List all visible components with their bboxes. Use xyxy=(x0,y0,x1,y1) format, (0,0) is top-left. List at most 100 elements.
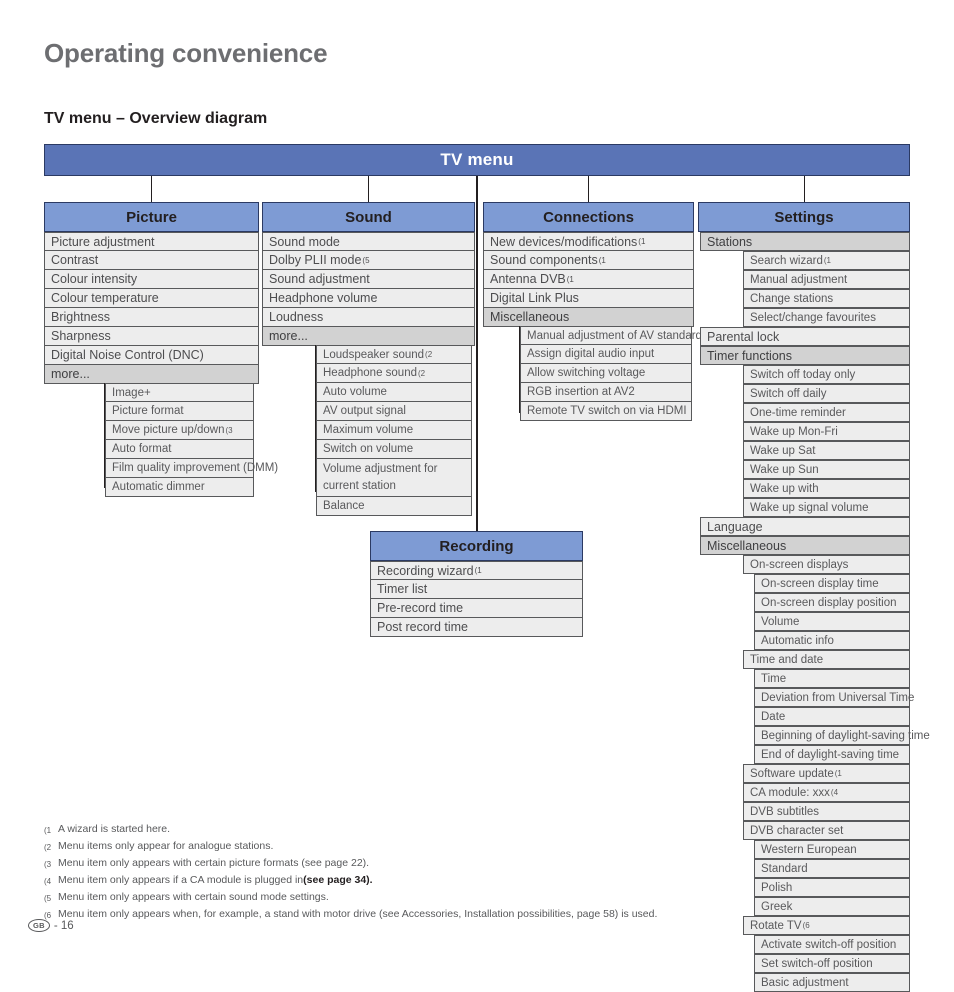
submenu-item[interactable]: Manual adjustment of AV standard xyxy=(520,326,702,345)
menu-item[interactable]: Beginning of daylight-saving time xyxy=(754,726,930,745)
column-items-connections: New devices/modifications (1 Sound compon… xyxy=(483,232,694,327)
menu-item[interactable]: One-time reminder xyxy=(743,403,910,422)
menu-item[interactable]: Wake up signal volume xyxy=(743,498,910,517)
footnote-marker: (4 xyxy=(44,877,52,886)
menu-item[interactable]: Date xyxy=(754,707,910,726)
menu-item[interactable]: Change stations xyxy=(743,289,910,308)
submenu-item[interactable]: Image+ xyxy=(105,383,254,402)
footnote-ref: (5 xyxy=(362,255,370,265)
submenu-item[interactable]: Assign digital audio input xyxy=(520,345,692,364)
menu-item-label: On-screen display time xyxy=(761,577,879,590)
menu-item[interactable]: Sharpness xyxy=(44,327,259,346)
menu-item-parent[interactable]: DVB subtitles xyxy=(743,802,910,821)
menu-item[interactable]: Sound adjustment xyxy=(262,270,475,289)
menu-item[interactable]: Time xyxy=(754,669,910,688)
menu-item[interactable]: Brightness xyxy=(44,308,259,327)
submenu-item[interactable]: Headphone sound (2 xyxy=(316,364,472,383)
menu-item[interactable]: Wake up Sun xyxy=(743,460,910,479)
menu-item[interactable]: Parental lock xyxy=(700,327,910,346)
menu-item[interactable]: Western European xyxy=(754,840,910,859)
menu-item-label: Parental lock xyxy=(707,329,780,344)
menu-item[interactable]: Colour intensity xyxy=(44,270,259,289)
menu-item[interactable]: Deviation from Universal Time xyxy=(754,688,914,707)
submenu-item[interactable]: Move picture up/down (3 xyxy=(105,421,254,440)
menu-item[interactable]: Sound components (1 xyxy=(483,251,694,270)
menu-item-more[interactable]: more... xyxy=(262,327,475,346)
menu-item[interactable]: Antenna DVB (1 xyxy=(483,270,694,289)
submenu-item[interactable]: Volume adjustment for current station xyxy=(316,459,472,497)
menu-item-parent[interactable]: Timer functions xyxy=(700,346,910,365)
menu-item[interactable]: New devices/modifications (1 xyxy=(483,232,694,251)
column-header-sound: Sound xyxy=(262,202,475,232)
menu-item[interactable]: Set switch-off position xyxy=(754,954,910,973)
menu-item[interactable]: Sound mode xyxy=(262,232,475,251)
menu-item-parent[interactable]: Time and date xyxy=(743,650,910,669)
page-footer: GB - 16 xyxy=(28,919,74,932)
submenu-item-label: Loudspeaker sound xyxy=(323,348,425,361)
submenu-item[interactable]: Switch on volume xyxy=(316,440,472,459)
menu-item-parent[interactable]: On-screen displays xyxy=(743,555,910,574)
menu-item[interactable]: Colour temperature xyxy=(44,289,259,308)
submenu-item[interactable]: Allow switching voltage xyxy=(520,364,692,383)
menu-item[interactable]: Wake up with xyxy=(743,479,910,498)
menu-item-more[interactable]: more... xyxy=(44,365,259,384)
page-number: - 16 xyxy=(53,919,74,932)
footnote: (2 Menu items only appear for analogue st… xyxy=(44,839,744,855)
menu-item[interactable]: Picture adjustment xyxy=(44,232,259,251)
submenu-item[interactable]: Auto volume xyxy=(316,383,472,402)
menu-item[interactable]: On-screen display position xyxy=(754,593,910,612)
submenu-item[interactable]: Picture format xyxy=(105,402,254,421)
menu-item[interactable]: Wake up Sat xyxy=(743,441,910,460)
submenu-item[interactable]: RGB insertion at AV2 xyxy=(520,383,692,402)
menu-item[interactable]: On-screen display time xyxy=(754,574,910,593)
menu-item[interactable]: Switch off today only xyxy=(743,365,910,384)
menu-item[interactable]: Wake up Mon-Fri xyxy=(743,422,910,441)
submenu-item[interactable]: Loudspeaker sound (2 xyxy=(316,345,472,364)
menu-item-parent[interactable]: Stations xyxy=(700,232,910,251)
menu-item[interactable]: Headphone volume xyxy=(262,289,475,308)
submenu-item-label: Switch on volume xyxy=(323,443,414,455)
menu-item[interactable]: Search wizard (1 xyxy=(743,251,910,270)
submenu-item[interactable]: Maximum volume xyxy=(316,421,472,440)
submenu-item[interactable]: Automatic dimmer xyxy=(105,478,254,497)
menu-item-miscellaneous[interactable]: Miscellaneous xyxy=(483,308,694,327)
menu-item[interactable]: Digital Link Plus xyxy=(483,289,694,308)
submenu-item[interactable]: Balance xyxy=(316,497,472,516)
menu-item-parent[interactable]: Software update (1 xyxy=(743,764,910,783)
menu-item[interactable]: Switch off daily xyxy=(743,384,910,403)
menu-item[interactable]: Contrast xyxy=(44,251,259,270)
menu-item-label: Search wizard xyxy=(750,254,823,267)
menu-item-parent[interactable]: Rotate TV (6 xyxy=(743,916,910,935)
submenu-item[interactable]: Auto format xyxy=(105,440,254,459)
menu-item[interactable]: Standard xyxy=(754,859,910,878)
menu-item-label: Switch off today only xyxy=(750,368,856,381)
menu-item-label: Wake up signal volume xyxy=(750,501,869,514)
submenu-item-label: Image+ xyxy=(112,386,151,399)
menu-item[interactable]: End of daylight-saving time xyxy=(754,745,910,764)
menu-item[interactable]: Post record time xyxy=(370,618,583,637)
submenu-item[interactable]: Remote TV switch on via HDMI xyxy=(520,402,692,421)
menu-item-parent[interactable]: CA module: xxx (4 xyxy=(743,783,910,802)
footnote-ref: (4 xyxy=(830,788,839,797)
menu-item[interactable]: Recording wizard (1 xyxy=(370,561,583,580)
submenu-item[interactable]: Film quality improvement (DMM) xyxy=(105,459,278,478)
menu-item[interactable]: Polish xyxy=(754,878,910,897)
menu-item[interactable]: Language xyxy=(700,517,910,536)
menu-item-parent[interactable]: Miscellaneous xyxy=(700,536,910,555)
column-items-recording: Recording wizard (1 Timer list Pre-record… xyxy=(370,561,583,637)
menu-item[interactable]: Select/change favourites xyxy=(743,308,910,327)
menu-item-parent[interactable]: DVB character set xyxy=(743,821,910,840)
menu-item-label: Rotate TV xyxy=(750,919,802,932)
menu-item[interactable]: Basic adjustment xyxy=(754,973,910,992)
menu-item[interactable]: Greek xyxy=(754,897,910,916)
menu-item[interactable]: Dolby PLII mode (5 xyxy=(262,251,475,270)
menu-item[interactable]: Timer list xyxy=(370,580,583,599)
menu-item[interactable]: Manual adjustment xyxy=(743,270,910,289)
menu-item[interactable]: Activate switch-off position xyxy=(754,935,910,954)
menu-item[interactable]: Automatic info xyxy=(754,631,910,650)
menu-item[interactable]: Volume xyxy=(754,612,910,631)
menu-item[interactable]: Digital Noise Control (DNC) xyxy=(44,346,259,365)
submenu-item[interactable]: AV output signal xyxy=(316,402,472,421)
menu-item[interactable]: Pre-record time xyxy=(370,599,583,618)
menu-item[interactable]: Loudness xyxy=(262,308,475,327)
